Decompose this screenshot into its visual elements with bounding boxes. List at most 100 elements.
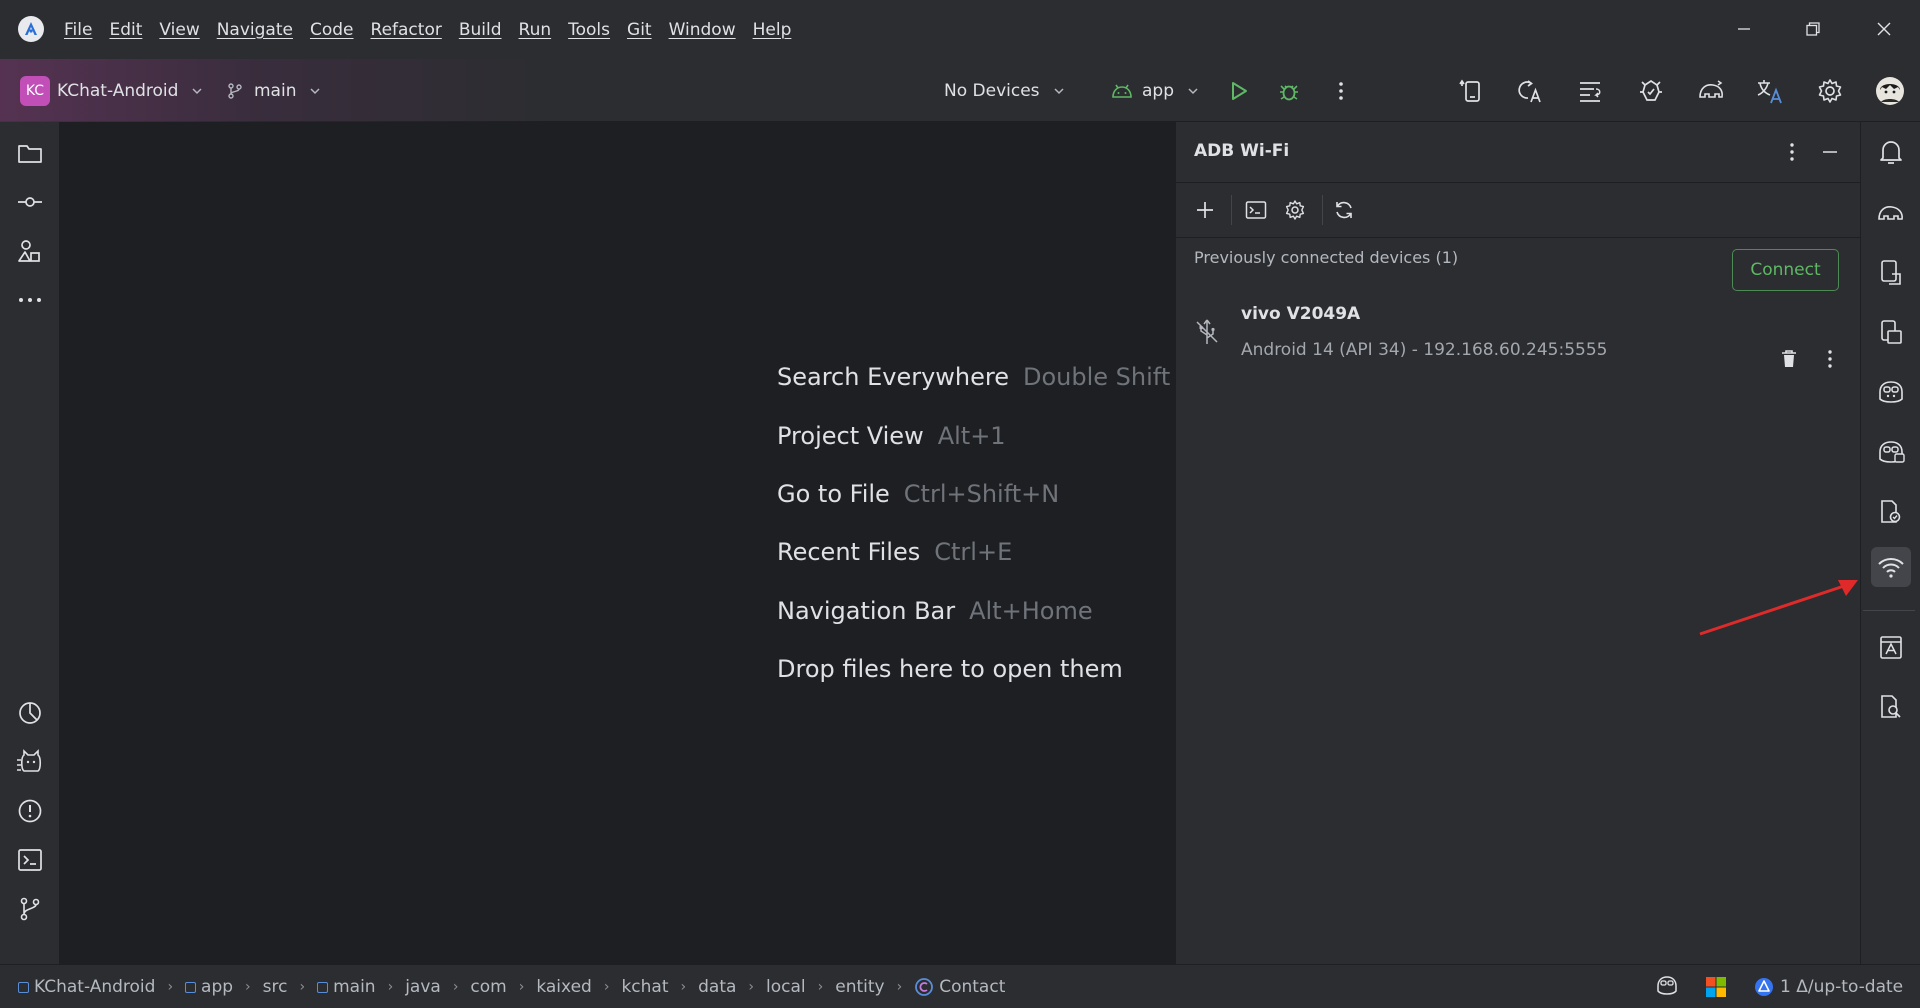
menu-help[interactable]: Help <box>753 20 792 40</box>
translate-icon[interactable] <box>1511 72 1549 110</box>
menu-file[interactable]: File <box>64 20 92 40</box>
toolbar-separator <box>1231 195 1232 225</box>
breadcrumb-item[interactable]: kchat <box>621 977 668 997</box>
breadcrumb-item[interactable]: local <box>766 977 806 997</box>
device-selector[interactable]: No Devices <box>944 74 1066 108</box>
module-icon <box>18 981 29 993</box>
right-tool-stripe <box>1860 122 1920 964</box>
chevron-down-icon <box>190 84 204 98</box>
menu-code[interactable]: Code <box>310 20 354 40</box>
windows-logo-icon[interactable] <box>1705 976 1727 998</box>
device-selector-label: No Devices <box>944 81 1040 101</box>
hide-tool-window-icon[interactable] <box>1813 135 1847 169</box>
menu-build[interactable]: Build <box>459 20 502 40</box>
adb-wifi-icon[interactable] <box>1871 547 1911 587</box>
breadcrumb-label: data <box>698 977 737 997</box>
translation-icon[interactable] <box>1751 72 1789 110</box>
copilot-status-icon[interactable] <box>1655 975 1679 997</box>
menu-git[interactable]: Git <box>627 20 652 40</box>
profiler-icon[interactable] <box>11 694 49 732</box>
breadcrumb-item[interactable]: com <box>470 977 506 997</box>
device-manager-icon[interactable] <box>1452 72 1490 110</box>
breadcrumb-label: KChat-Android <box>34 977 156 997</box>
device-list-item: vivo V2049A Android 14 (API 34) - 192.16… <box>1176 282 1860 382</box>
more-tool-windows-icon[interactable] <box>11 281 49 319</box>
copilot-chat-icon[interactable] <box>1871 432 1911 472</box>
restore-button[interactable] <box>1793 10 1833 48</box>
breadcrumb-item[interactable]: app <box>185 977 233 997</box>
project-widget[interactable]: KC KChat-Android <box>20 74 204 108</box>
branch-widget[interactable]: main <box>226 74 322 108</box>
vcs-status-widget[interactable]: 1 Δ/up-to-date <box>1754 965 1903 1008</box>
editor-empty-hints: Search Everywhere Double Shift Project V… <box>777 348 1170 698</box>
tool-window-options-icon[interactable] <box>1775 135 1809 169</box>
menu-view[interactable]: View <box>159 20 199 40</box>
terminal-icon[interactable] <box>11 841 49 879</box>
delete-trash-icon[interactable] <box>1772 342 1806 376</box>
notifications-bell-icon[interactable] <box>1871 132 1911 172</box>
file-search-icon[interactable] <box>1871 687 1911 727</box>
breadcrumb-separator-icon: › <box>896 979 903 995</box>
hint-action: Navigation Bar <box>777 596 956 625</box>
more-actions-icon[interactable] <box>1322 72 1360 110</box>
gradle-icon[interactable] <box>1632 72 1670 110</box>
gradle-elephant-icon[interactable] <box>1871 192 1911 232</box>
breadcrumb-label: main <box>333 977 376 997</box>
hint-shortcut: Ctrl+E <box>934 538 1013 567</box>
sync-elephant-icon[interactable] <box>1692 72 1730 110</box>
debug-button[interactable] <box>1270 72 1308 110</box>
project-folder-icon[interactable] <box>11 134 49 172</box>
running-devices-icon[interactable] <box>1871 312 1911 352</box>
connect-button[interactable]: Connect <box>1732 249 1839 291</box>
adb-terminal-icon[interactable] <box>1239 193 1273 227</box>
menu-navigate[interactable]: Navigate <box>217 20 293 40</box>
breadcrumb-item[interactable]: main <box>317 977 376 997</box>
structure-icon[interactable] <box>1571 72 1609 110</box>
copilot-icon[interactable] <box>1871 372 1911 412</box>
breadcrumb-label: kchat <box>621 977 669 997</box>
device-options-icon[interactable] <box>1813 342 1847 376</box>
breadcrumb-separator-icon: › <box>387 979 394 995</box>
problems-icon[interactable] <box>11 792 49 830</box>
breadcrumb-item[interactable]: kaixed <box>536 977 591 997</box>
menu-run[interactable]: Run <box>519 20 552 40</box>
project-name: KChat-Android <box>57 81 179 101</box>
resource-manager-icon[interactable] <box>11 232 49 270</box>
run-configuration-name: app <box>1142 81 1174 101</box>
layout-inspector-icon[interactable] <box>1871 627 1911 667</box>
git-icon[interactable] <box>11 890 49 928</box>
device-manager-panel-icon[interactable] <box>1871 252 1911 292</box>
breadcrumb-separator-icon: › <box>748 979 755 995</box>
main-menu: File Edit View Navigate Code Refactor Bu… <box>64 0 808 59</box>
adb-settings-gear-icon[interactable] <box>1278 193 1312 227</box>
hint-action: Search Everywhere <box>777 363 1009 392</box>
menu-tools[interactable]: Tools <box>568 20 610 40</box>
commit-icon[interactable] <box>11 183 49 221</box>
minimize-button[interactable] <box>1724 10 1764 48</box>
chevron-down-icon <box>1186 84 1200 98</box>
run-button[interactable] <box>1220 72 1258 110</box>
add-device-icon[interactable] <box>1188 193 1222 227</box>
close-window-button[interactable] <box>1864 10 1904 48</box>
previously-connected-group-header[interactable]: Previously connected devices (1) <box>1194 248 1458 267</box>
menu-window[interactable]: Window <box>669 20 736 40</box>
menu-refactor[interactable]: Refactor <box>371 20 442 40</box>
breadcrumb-item[interactable]: KChat-Android <box>18 977 155 997</box>
breadcrumb-item[interactable]: src <box>263 977 288 997</box>
breadcrumb-item[interactable]: data <box>698 977 736 997</box>
tool-window-actions <box>1176 183 1860 238</box>
logcat-icon[interactable] <box>11 743 49 781</box>
refresh-icon[interactable] <box>1327 193 1361 227</box>
toolbar-separator <box>1322 195 1323 225</box>
breadcrumb-item[interactable]: entity <box>835 977 884 997</box>
app-inspection-icon[interactable] <box>1871 492 1911 532</box>
settings-gear-icon[interactable] <box>1811 72 1849 110</box>
breadcrumb-item[interactable]: Contact <box>914 977 1005 997</box>
run-configuration-selector[interactable]: app <box>1110 74 1200 108</box>
vcs-status-text: 1 Δ/up-to-date <box>1780 977 1904 997</box>
breadcrumb-separator-icon: › <box>518 979 525 995</box>
breadcrumb-item[interactable]: java <box>405 977 441 997</box>
user-avatar[interactable] <box>1871 72 1909 110</box>
menu-edit[interactable]: Edit <box>109 20 142 40</box>
breadcrumb-separator-icon: › <box>603 979 610 995</box>
